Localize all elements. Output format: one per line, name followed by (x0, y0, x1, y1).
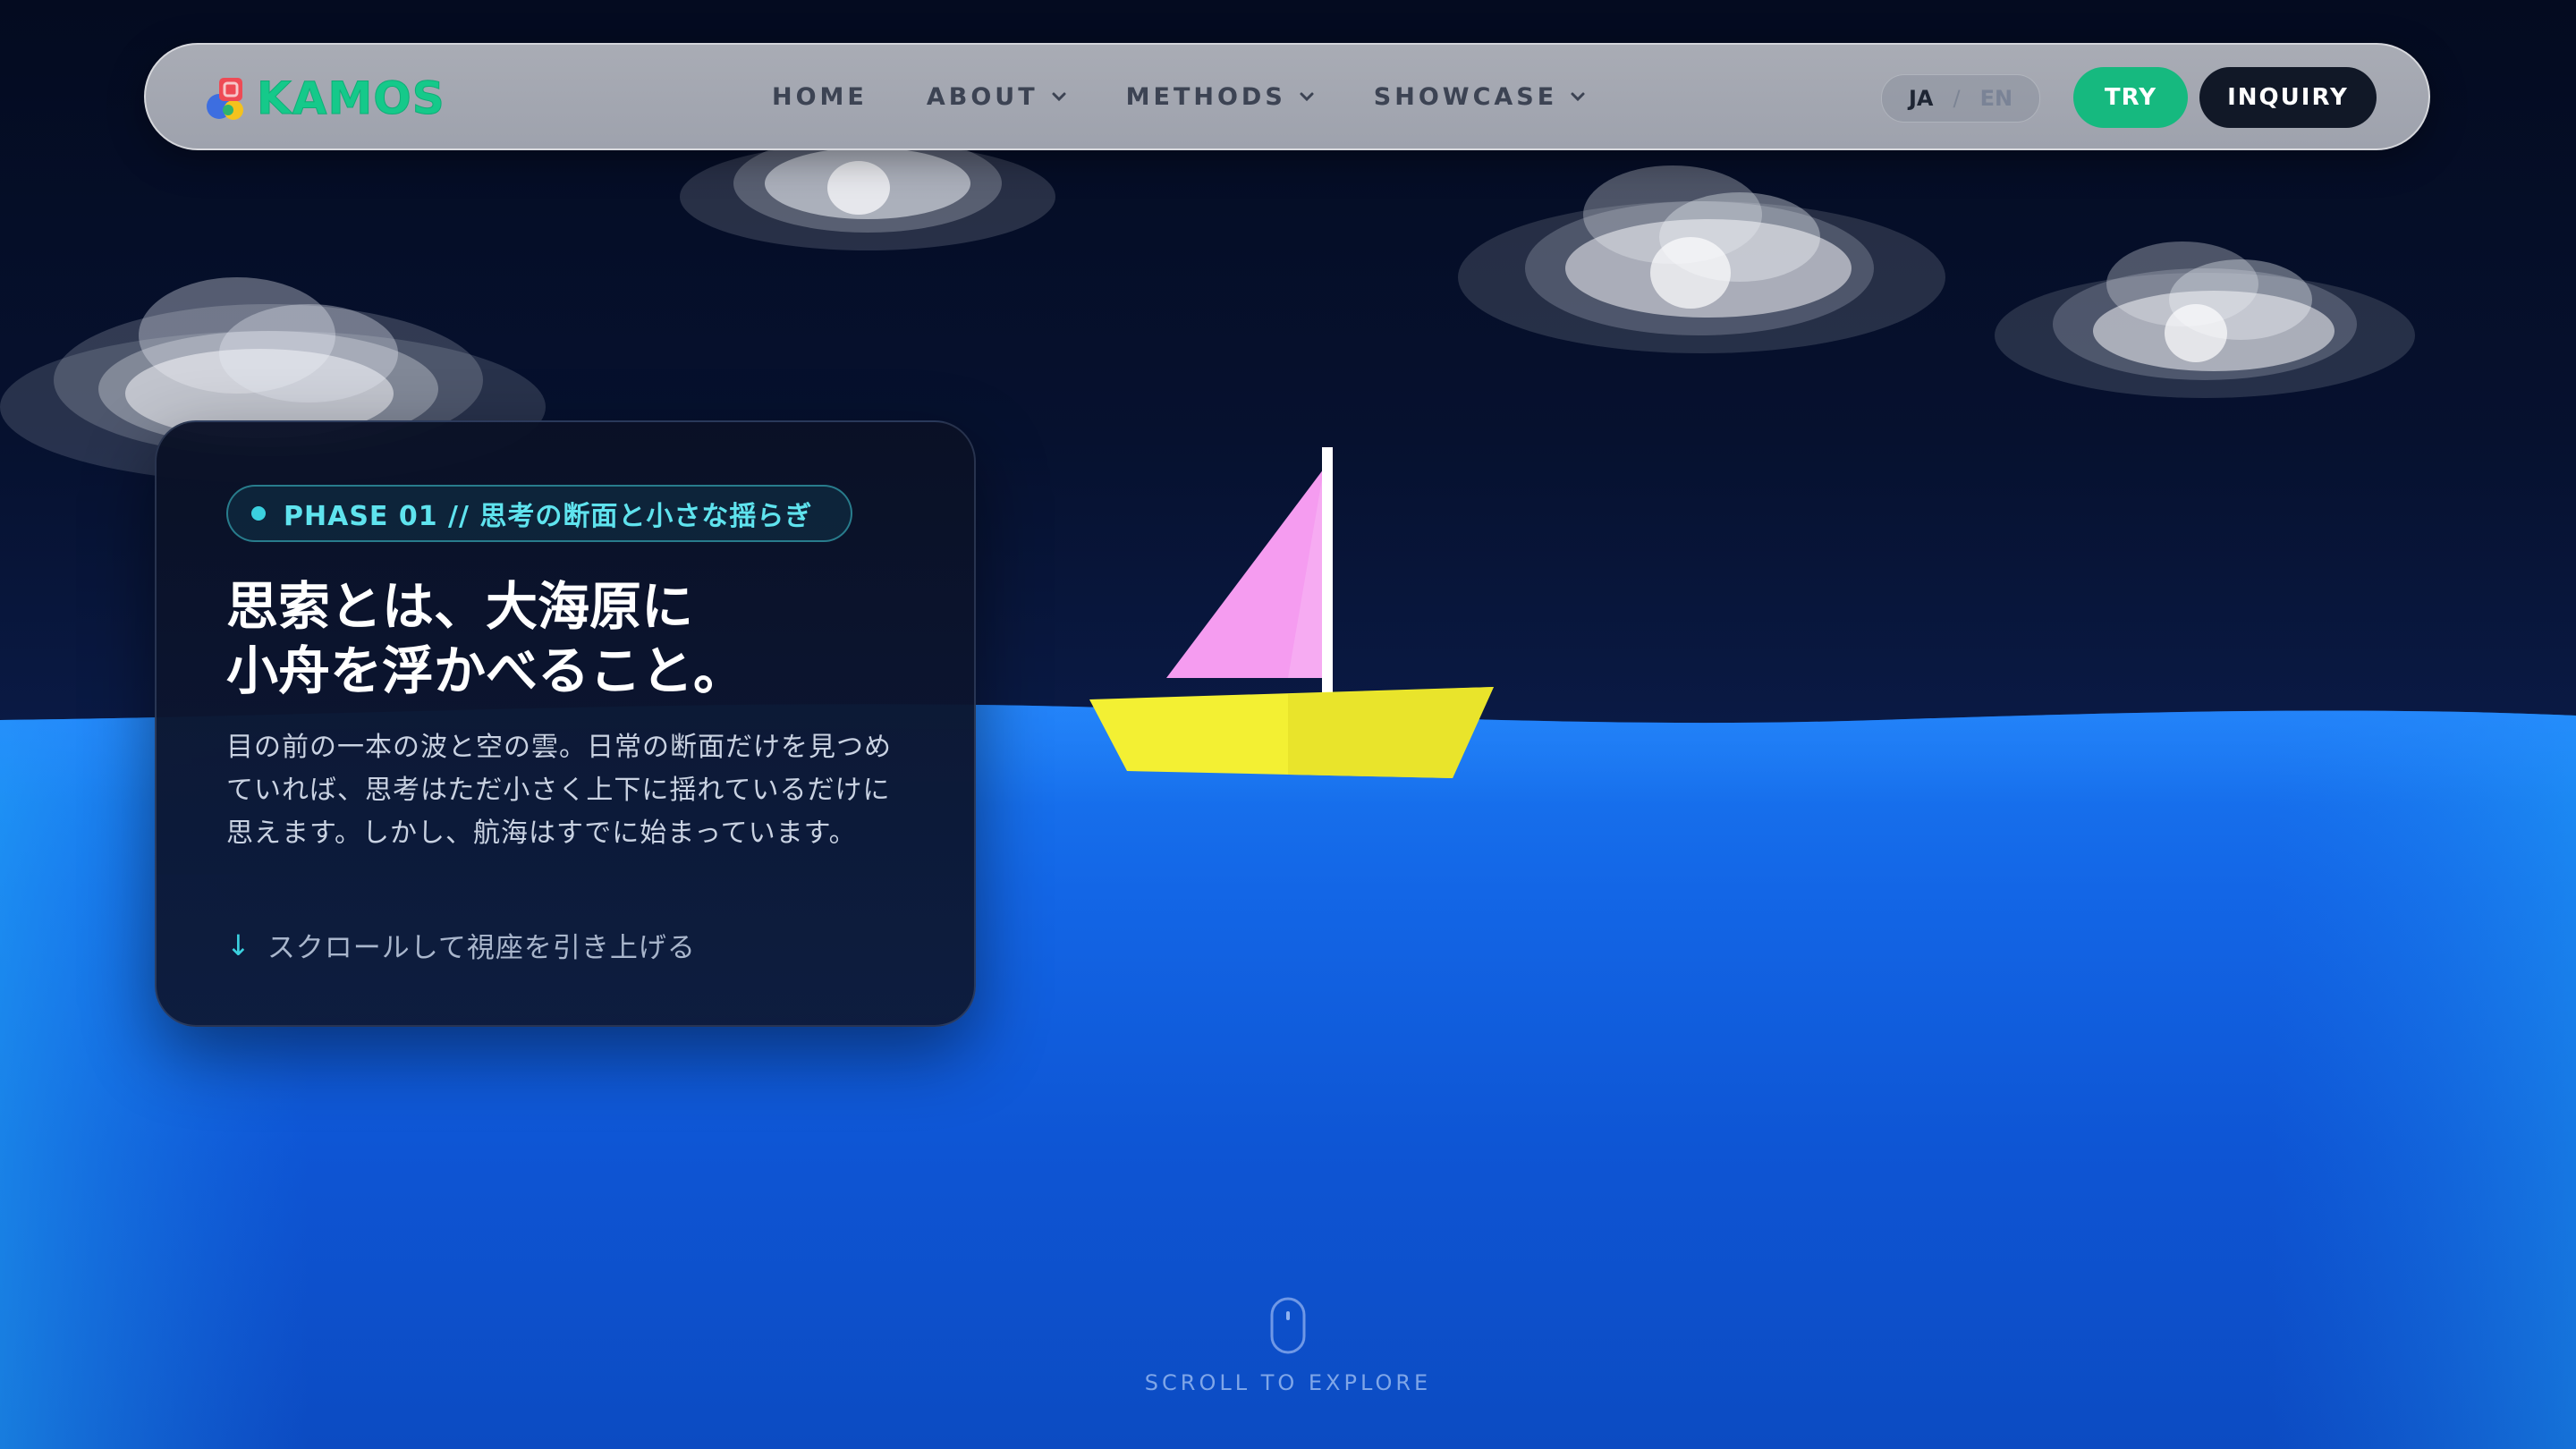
hero-title-line1: 思索とは、大海原に (226, 576, 694, 637)
nav-home[interactable]: HOME (772, 83, 868, 111)
chevron-down-icon (1571, 92, 1585, 102)
sailboat (1089, 447, 1494, 778)
cloud (1458, 165, 1945, 353)
nav-about-label: ABOUT (926, 82, 1038, 111)
chevron-down-icon (1300, 92, 1314, 102)
mast (1322, 447, 1333, 712)
logo-text: KAMOS (257, 72, 445, 125)
scroll-to-explore-label: SCROLL TO EXPLORE (1144, 1370, 1432, 1395)
phase-badge: PHASE 01 // 思考の断面と小さな揺らぎ (226, 485, 852, 542)
scroll-hint-text: スクロールして視座を引き上げる (267, 932, 696, 964)
scroll-hint[interactable]: ↓ スクロールして視座を引き上げる (226, 925, 696, 965)
top-navbar: KAMOS HOME ABOUT METHODS SHOWCASE JA / E… (144, 43, 2430, 150)
lang-separator: / (1953, 86, 1961, 111)
hero-title: 思索とは、大海原に 小舟を浮かべること。 (226, 574, 942, 703)
try-button[interactable]: TRY (2073, 67, 2188, 128)
nav-home-label: HOME (772, 82, 868, 111)
intro-card: PHASE 01 // 思考の断面と小さな揺らぎ 思索とは、大海原に 小舟を浮か… (155, 420, 976, 1027)
lang-ja[interactable]: JA (1909, 86, 1934, 111)
inquiry-button[interactable]: INQUIRY (2199, 67, 2377, 128)
hero-description: 目の前の一本の波と空の雲。日常の断面だけを見つめていれば、思考はただ小さく上下に… (226, 732, 892, 849)
cloud (1995, 242, 2415, 398)
nav-about[interactable]: ABOUT (927, 83, 1067, 111)
phase-dot-icon (251, 506, 266, 521)
kamos-logo-icon (207, 78, 243, 120)
nav-methods-label: METHODS (1125, 82, 1286, 111)
language-switcher: JA / EN (1881, 74, 2040, 123)
chevron-down-icon (1052, 92, 1066, 102)
nav-methods[interactable]: METHODS (1126, 83, 1315, 111)
mouse-icon[interactable] (1270, 1297, 1306, 1354)
phase-label: PHASE 01 // 思考の断面と小さな揺らぎ (284, 501, 813, 532)
hero-title-line2: 小舟を浮かべること。 (226, 640, 746, 701)
nav-showcase-label: SHOWCASE (1373, 82, 1558, 111)
lang-en[interactable]: EN (1980, 86, 2012, 111)
nav-showcase[interactable]: SHOWCASE (1374, 83, 1586, 111)
main-navigation: HOME ABOUT METHODS SHOWCASE (772, 45, 1645, 148)
arrow-down-icon: ↓ (226, 928, 251, 962)
logo-link[interactable]: KAMOS (199, 72, 445, 125)
